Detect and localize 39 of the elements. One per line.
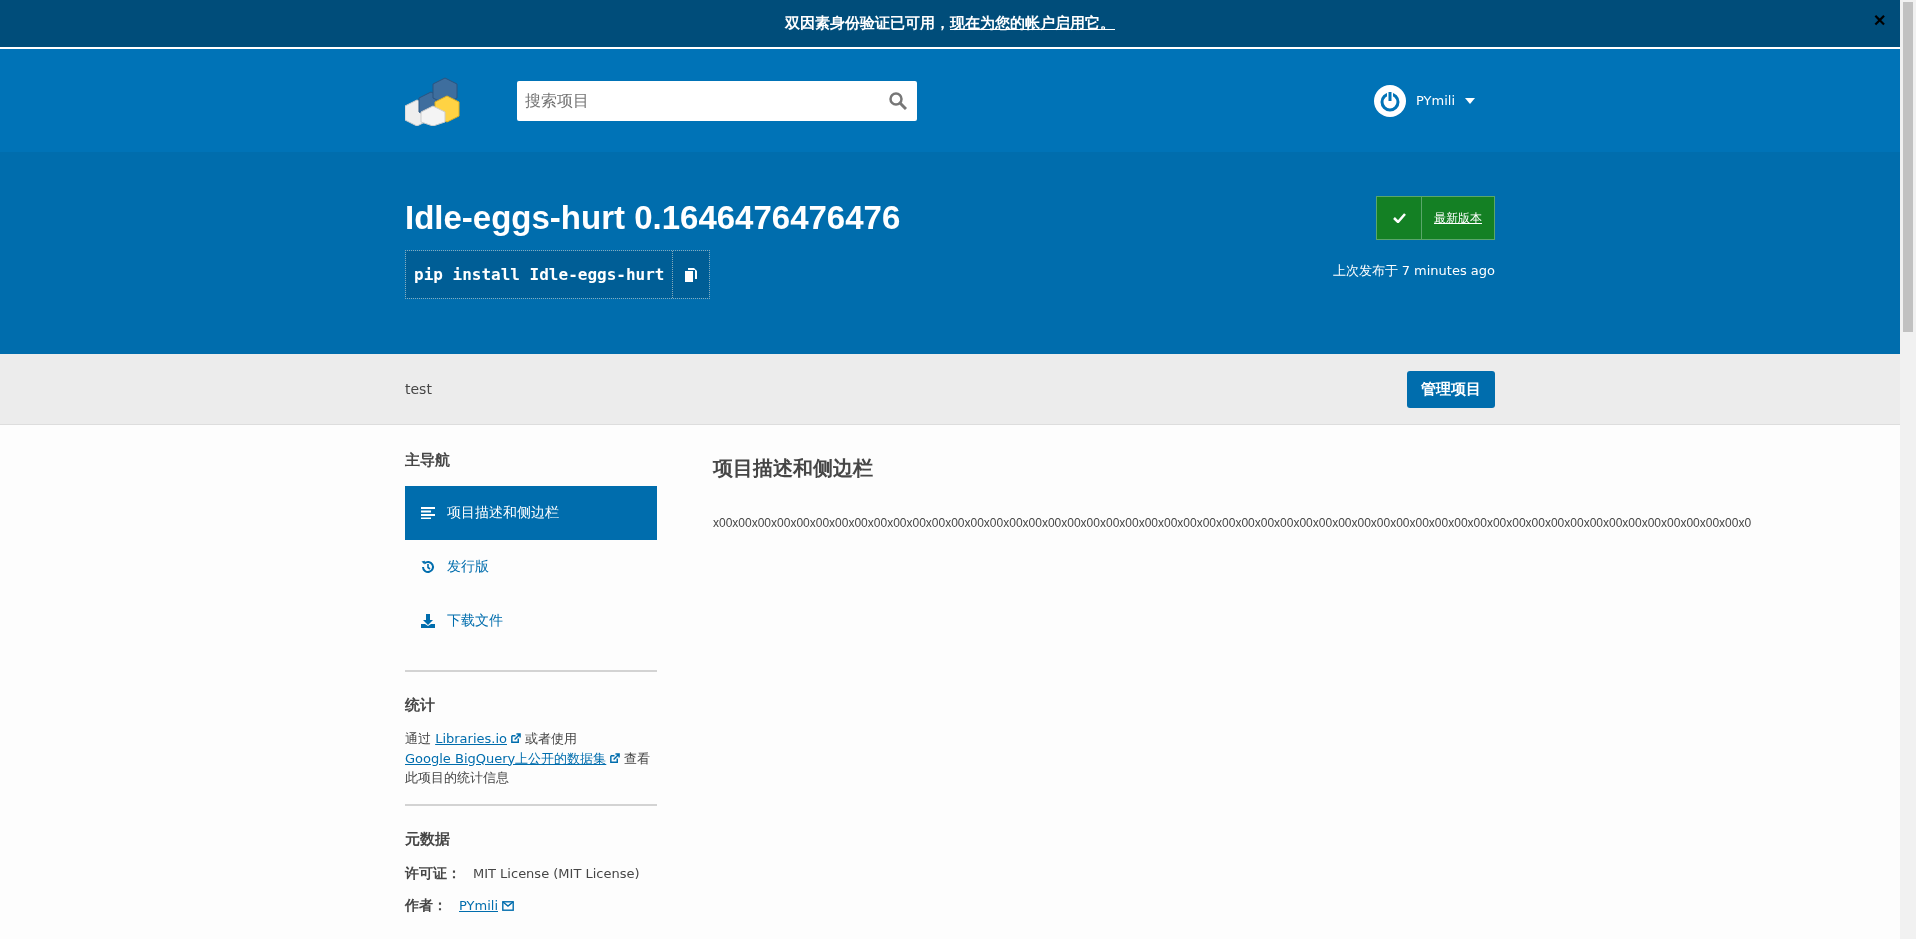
author-link[interactable]: PYmili bbox=[459, 898, 514, 913]
mail-icon bbox=[502, 900, 514, 911]
stats-link[interactable]: Google BigQuery上公开的数据集 bbox=[405, 750, 621, 766]
meta-heading: 元数据 bbox=[405, 829, 451, 849]
download-icon bbox=[421, 614, 435, 628]
scrollbar[interactable] bbox=[1900, 0, 1916, 939]
meta-label: 许可证： bbox=[405, 864, 461, 883]
project-summary: test bbox=[405, 381, 432, 397]
stats-link[interactable]: Libraries.io bbox=[435, 731, 521, 746]
list-icon bbox=[421, 507, 435, 519]
meta-value: MIT License (MIT License) bbox=[473, 866, 640, 881]
history-icon bbox=[421, 560, 435, 574]
external-link-icon bbox=[609, 752, 621, 764]
copy-button[interactable] bbox=[673, 251, 710, 299]
manage-project-button[interactable]: 管理项目 bbox=[1407, 370, 1495, 408]
package-title: Idle-eggs-hurt 0.1646476476476 bbox=[405, 200, 901, 237]
pip-command: pip install Idle-eggs-hurt bbox=[406, 251, 674, 299]
username[interactable]: PYmili bbox=[1416, 93, 1455, 108]
section-heading: 项目描述和侧边栏 bbox=[713, 455, 874, 482]
logo-icon bbox=[405, 75, 461, 126]
meta-label: 作者： bbox=[405, 896, 447, 915]
nav-heading: 主导航 bbox=[405, 451, 451, 470]
enable-2fa-link[interactable]: 现在为您的帐户启用它。 bbox=[950, 14, 1115, 33]
search-field[interactable]: 搜索项目 bbox=[517, 80, 917, 121]
external-link-icon bbox=[510, 733, 521, 744]
nav-item[interactable]: 下载文件 bbox=[405, 594, 657, 648]
copy-icon bbox=[685, 267, 698, 282]
release-date: 上次发布于 7 minutes ago bbox=[1332, 262, 1495, 280]
stats-text: 通过 Libraries.io 或者使用 Google BigQuery上公开的数据集 查看此项目的统计信息 bbox=[405, 730, 652, 787]
check-icon bbox=[1392, 213, 1406, 223]
latest-version-badge[interactable]: 最新版本 bbox=[1376, 196, 1495, 240]
stats-heading: 统计 bbox=[405, 696, 436, 715]
user-avatar-icon[interactable] bbox=[1374, 84, 1406, 117]
nav-item[interactable]: 项目描述和侧边栏 bbox=[405, 486, 657, 540]
project-description: x00x00x00x00x00x00x00x00x00x00x00x00x00x00x00x00x00x00x00x00x00x00x00x00x00x00x00x00x00x00x00x00x00x00x00x00x00x00x00x00x00x00x00x00x00x00x00x00x00x00x00x00x00x0 bbox=[713, 516, 1752, 530]
search-icon[interactable] bbox=[889, 91, 907, 110]
caret-icon[interactable] bbox=[1465, 97, 1475, 104]
banner-text: 双因素身份验证已可用， bbox=[785, 14, 950, 33]
nav-item[interactable]: 发行版 bbox=[405, 540, 657, 594]
